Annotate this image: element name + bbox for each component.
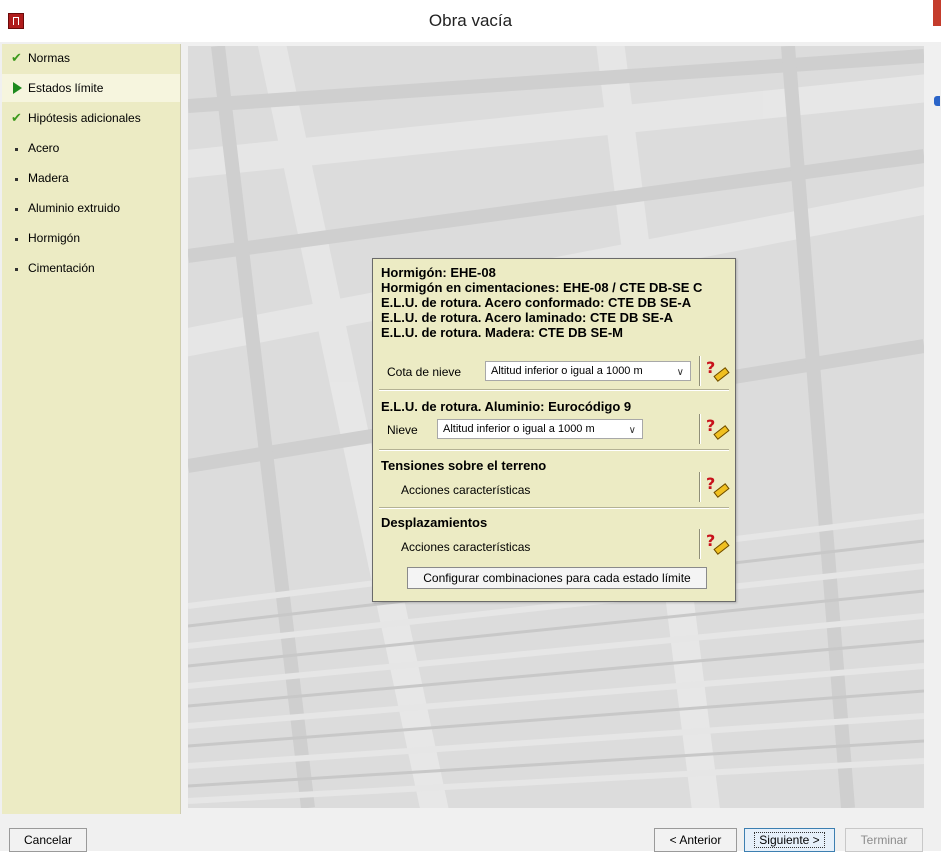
sidebar-item-hipotesis-adicionales[interactable]: Hipótesis adicionales	[2, 104, 180, 132]
window-title: Obra vacía	[428, 11, 513, 30]
panel-line-acero-laminado: E.L.U. de rotura. Acero laminado: CTE DB…	[381, 310, 674, 325]
edit-icon[interactable]	[705, 358, 727, 382]
sidebar-item-estados-limite[interactable]: Estados límite	[2, 74, 180, 102]
desplazamientos-title: Desplazamientos	[381, 515, 488, 530]
sidebar-item-label: Hormigón	[28, 231, 81, 245]
edit-icon[interactable]	[705, 474, 727, 498]
sidebar-item-cimentacion[interactable]: Cimentación	[2, 254, 180, 282]
next-button-label: Siguiente >	[754, 832, 825, 848]
previous-button[interactable]: < Anterior	[654, 828, 737, 852]
sidebar-item-normas[interactable]: Normas	[2, 44, 180, 72]
tensiones-title: Tensiones sobre el terreno	[381, 458, 547, 473]
divider	[379, 449, 729, 450]
limit-states-panel: Hormigón: EHE-08 Hormigón en cimentacion…	[372, 258, 736, 602]
separator	[699, 529, 700, 559]
finish-button[interactable]: Terminar	[845, 828, 923, 852]
title-bar: Obra vacía	[0, 0, 941, 43]
desplazamientos-sub: Acciones características	[401, 540, 531, 554]
divider	[379, 507, 729, 508]
sidebar-item-label: Acero	[28, 141, 60, 155]
sidebar: Normas Estados límite Hipótesis adiciona…	[2, 44, 181, 814]
edit-icon[interactable]	[705, 531, 727, 555]
panel-line-acero-conformado: E.L.U. de rotura. Acero conformado: CTE …	[381, 295, 692, 310]
separator	[699, 356, 700, 386]
bullet-icon	[10, 194, 24, 222]
panel-line-aluminio: E.L.U. de rotura. Aluminio: Eurocódigo 9	[381, 399, 632, 414]
cota-nieve-select[interactable]: Altitud inferior o igual a 1000 m ∨	[485, 361, 691, 381]
sidebar-item-aluminio-extruido[interactable]: Aluminio extruido	[2, 194, 180, 222]
sidebar-item-label: Aluminio extruido	[28, 201, 121, 215]
sidebar-item-label: Cimentación	[28, 261, 95, 275]
sidebar-item-label: Madera	[28, 171, 69, 185]
bullet-icon	[10, 164, 24, 192]
bullet-icon	[10, 224, 24, 252]
separator	[699, 414, 700, 444]
edit-icon[interactable]	[705, 416, 727, 440]
sidebar-item-hormigon[interactable]: Hormigón	[2, 224, 180, 252]
separator	[699, 472, 700, 502]
divider	[379, 389, 729, 390]
panel-line-madera: E.L.U. de rotura. Madera: CTE DB SE-M	[381, 325, 623, 340]
nieve-value: Altitud inferior o igual a 1000 m	[443, 423, 595, 435]
cancel-button[interactable]: Cancelar	[9, 828, 87, 852]
configure-combinations-button[interactable]: Configurar combinaciones para cada estad…	[407, 567, 707, 589]
sidebar-item-label: Hipótesis adicionales	[28, 111, 141, 125]
bullet-icon	[10, 254, 24, 282]
chevron-down-icon: ∨	[628, 425, 636, 436]
sidebar-item-acero[interactable]: Acero	[2, 134, 180, 162]
cota-nieve-value: Altitud inferior o igual a 1000 m	[491, 365, 643, 377]
tensiones-sub: Acciones características	[401, 483, 531, 497]
panel-line-hormigon: Hormigón: EHE-08	[381, 265, 496, 280]
nieve-label: Nieve	[387, 423, 418, 437]
sidebar-item-label: Normas	[28, 51, 71, 65]
sidebar-item-label: Estados límite	[28, 81, 104, 95]
close-button[interactable]	[933, 0, 941, 26]
check-icon	[10, 44, 24, 72]
chevron-down-icon: ∨	[676, 367, 684, 378]
next-button[interactable]: Siguiente >	[744, 828, 835, 852]
panel-line-hormigon-cimentaciones: Hormigón en cimentaciones: EHE-08 / CTE …	[381, 280, 703, 295]
arrow-right-icon	[10, 74, 24, 102]
sidebar-item-madera[interactable]: Madera	[2, 164, 180, 192]
scroll-indicator[interactable]	[934, 96, 940, 106]
cota-nieve-label: Cota de nieve	[387, 365, 462, 379]
nieve-select[interactable]: Altitud inferior o igual a 1000 m ∨	[437, 419, 643, 439]
check-icon	[10, 104, 24, 132]
bullet-icon	[10, 134, 24, 162]
